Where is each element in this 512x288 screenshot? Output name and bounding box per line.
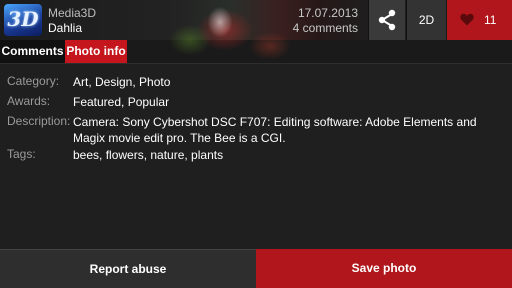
share-button[interactable]: [368, 0, 405, 40]
share-icon: [378, 9, 396, 31]
view-mode-button[interactable]: 2D: [406, 0, 446, 40]
info-value: bees, flowers, nature, plants: [73, 148, 224, 162]
info-label: Awards:: [7, 94, 51, 108]
photo-info-panel: Category: Art, Design, Photo Awards: Fea…: [0, 63, 512, 250]
info-value: Art, Design, Photo: [73, 75, 171, 89]
info-label: Tags:: [7, 147, 36, 161]
app-name: Media3D: [48, 6, 97, 20]
bottom-action-bar: Report abuse Save photo: [0, 249, 512, 288]
photo-title: Dahlia: [48, 21, 83, 35]
report-abuse-button[interactable]: Report abuse: [0, 249, 256, 288]
info-value: Camera: Sony Cybershot DSC F707: Editing…: [73, 115, 477, 145]
top-bar: 3D Media3D Dahlia 17.07.2013 4 comments …: [0, 0, 512, 64]
heart-icon: [460, 13, 474, 26]
save-photo-button[interactable]: Save photo: [256, 249, 512, 288]
comments-count: 4 comments: [292, 21, 358, 35]
logo-text: 3D: [7, 7, 39, 31]
like-button[interactable]: 11: [447, 0, 512, 40]
tab-comments[interactable]: Comments: [0, 40, 65, 63]
info-label: Description:: [7, 114, 71, 128]
app-logo: 3D: [4, 4, 42, 36]
tab-photo-info[interactable]: Photo info: [65, 40, 127, 63]
photo-date: 17.07.2013: [297, 6, 358, 20]
info-value: Featured, Popular: [73, 95, 170, 109]
info-label: Category:: [7, 74, 60, 88]
tab-bar: Comments Photo info: [0, 40, 512, 63]
like-count: 11: [484, 13, 497, 27]
